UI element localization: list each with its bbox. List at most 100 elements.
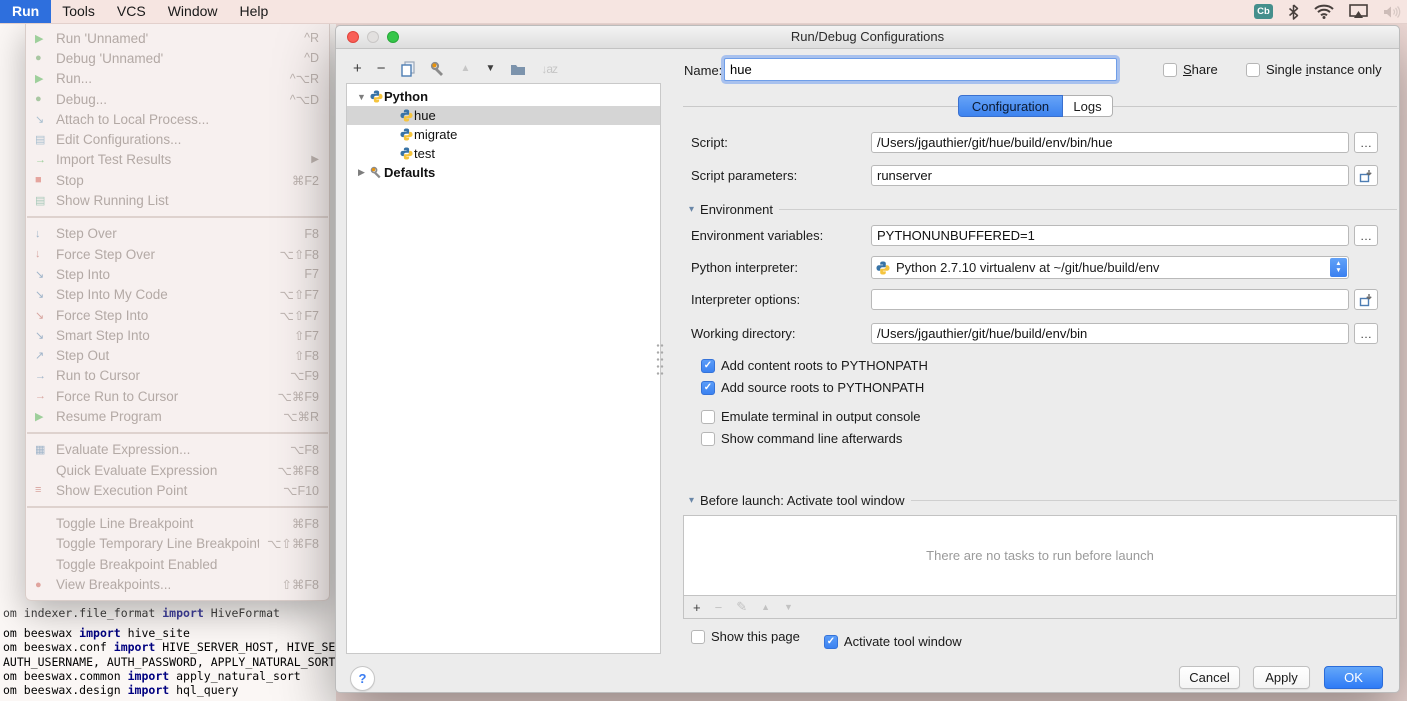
checkbox[interactable]: ✓ Activate tool window	[824, 634, 962, 649]
menu-item[interactable]: Toggle Breakpoint Enabled	[26, 554, 329, 574]
checkbox[interactable]: ✓ Show this page	[691, 629, 800, 644]
share-checkbox[interactable]: ✓ Share	[1163, 62, 1218, 77]
wifi-icon[interactable]	[1314, 4, 1334, 19]
menu-item[interactable]: ▶ Resume Program ⌥⌘R	[26, 406, 329, 426]
debug-bug-icon: ●	[35, 93, 56, 105]
menubar-item-run[interactable]: Run	[0, 0, 51, 23]
tree-item[interactable]: ▶ Defaults	[347, 163, 660, 182]
menu-item[interactable]: ↘ Step Into F7	[26, 264, 329, 284]
copy-configuration-icon[interactable]	[401, 61, 415, 77]
checkbox[interactable]: ✓ Add content roots to PYTHONPATH	[701, 358, 928, 373]
bottom-checkboxes: ✓ Show this page ✓ Activate tool window	[691, 629, 986, 649]
menubar-item-help[interactable]: Help	[229, 0, 280, 23]
menu-item-label: Edit Configurations...	[56, 132, 311, 147]
menubar-item-tools[interactable]: Tools	[51, 0, 106, 23]
script-input[interactable]	[871, 132, 1349, 153]
tree-item[interactable]: migrate	[347, 125, 660, 144]
tab-logs[interactable]: Logs	[1063, 95, 1113, 117]
menu-item[interactable]: Quick Evaluate Expression ⌥⌘F8	[26, 460, 329, 480]
remove-configuration-icon[interactable]: −	[377, 60, 386, 78]
script-parameters-input[interactable]	[871, 165, 1349, 186]
before-launch-task-list[interactable]: There are no tasks to run before launch	[683, 515, 1397, 596]
browse-environment-variables-button[interactable]: …	[1354, 225, 1378, 246]
add-configuration-icon[interactable]: +	[353, 60, 362, 78]
tree-item[interactable]: hue	[347, 106, 660, 125]
view-breakpoints-icon: ●	[35, 579, 56, 591]
cancel-button[interactable]: Cancel	[1179, 666, 1240, 689]
splitter-handle[interactable]	[656, 342, 664, 378]
expand-parameters-button[interactable]	[1354, 165, 1378, 186]
ok-button[interactable]: OK	[1324, 666, 1383, 689]
collapse-section-icon[interactable]: ▾	[689, 204, 694, 215]
bluetooth-icon[interactable]	[1288, 4, 1299, 20]
menu-item[interactable]: ↗ Step Out ⇧F8	[26, 345, 329, 365]
menubar-item-vcs[interactable]: VCS	[106, 0, 157, 23]
menu-item[interactable]: ● Debug 'Unnamed' ^D	[26, 48, 329, 68]
single-instance-checkbox[interactable]: ✓ Single instance only	[1246, 62, 1382, 77]
tree-item[interactable]: ▼ Python	[347, 87, 660, 106]
menu-item[interactable]: ▶ Run 'Unnamed' ^R	[26, 28, 329, 48]
menu-item[interactable]: ≡ Show Execution Point ⌥F10	[26, 480, 329, 500]
menu-item[interactable]: → Import Test Results ▶	[26, 150, 329, 170]
smart-step-into-icon: ↘	[35, 329, 56, 342]
browse-script-button[interactable]: …	[1354, 132, 1378, 153]
environment-variables-input[interactable]	[871, 225, 1349, 246]
collapse-section-icon[interactable]: ▾	[689, 495, 694, 506]
folder-icon[interactable]	[510, 63, 526, 76]
menu-item[interactable]: ▤ Edit Configurations...	[26, 129, 329, 149]
code-line: om beeswax.design import hql_query	[3, 683, 335, 697]
browse-working-directory-button[interactable]: …	[1354, 323, 1378, 344]
menubar-item-window[interactable]: Window	[157, 0, 229, 23]
menu-item[interactable]: ▤ Show Running List	[26, 190, 329, 210]
expand-options-button[interactable]	[1354, 289, 1378, 310]
add-task-icon[interactable]: +	[693, 600, 701, 615]
tree-item[interactable]: test	[347, 144, 660, 163]
edit-defaults-icon[interactable]	[430, 61, 446, 77]
menu-item[interactable]: ↘ Attach to Local Process...	[26, 109, 329, 129]
menu-item-shortcut: ⌥⌘R	[283, 409, 319, 424]
cb-badge-icon[interactable]: Cb	[1254, 4, 1273, 19]
tab-configuration[interactable]: Configuration	[958, 95, 1063, 117]
empty-tasks-message: There are no tasks to run before launch	[926, 548, 1154, 563]
python-icon	[398, 147, 414, 160]
menu-item[interactable]: → Force Run to Cursor ⌥⌘F9	[26, 386, 329, 406]
menu-item[interactable]: ↓ Step Over F8	[26, 224, 329, 244]
menu-item-shortcut: ⇧F8	[294, 348, 319, 363]
checkbox[interactable]: ✓ Add source roots to PYTHONPATH	[701, 380, 928, 395]
tree-expander-icon[interactable]: ▼	[355, 92, 368, 102]
menu-item[interactable]: Toggle Line Breakpoint ⌘F8	[26, 514, 329, 534]
menu-item[interactable]: ■ Stop ⌘F2	[26, 170, 329, 190]
menu-item[interactable]: ▦ Evaluate Expression... ⌥F8	[26, 440, 329, 460]
python-interpreter-select[interactable]: Python 2.7.10 virtualenv at ~/git/hue/bu…	[871, 256, 1349, 279]
menu-item-shortcut: F8	[304, 227, 319, 241]
checkbox[interactable]: ✓ Emulate terminal in output console	[701, 409, 928, 424]
menu-item[interactable]: ↘ Step Into My Code ⌥⇧F7	[26, 285, 329, 305]
before-launch-header[interactable]: ▾ Before launch: Activate tool window	[689, 493, 1397, 508]
help-button[interactable]: ?	[350, 666, 375, 691]
menu-item[interactable]: Toggle Temporary Line Breakpoint ⌥⇧⌘F8	[26, 534, 329, 554]
select-stepper-icon[interactable]: ▲▼	[1330, 258, 1347, 277]
checkbox[interactable]: ✓ Show command line afterwards	[701, 431, 928, 446]
menu-item-shortcut: ^⌥R	[290, 71, 319, 86]
menu-item[interactable]: ▶ Run... ^⌥R	[26, 69, 329, 89]
interpreter-options-input[interactable]	[871, 289, 1349, 310]
tree-expander-icon[interactable]: ▶	[355, 167, 368, 178]
configurations-tree[interactable]: ▼ Python hue migrate test ▶ Defaults	[346, 83, 661, 654]
dialog-titlebar[interactable]: Run/Debug Configurations	[336, 26, 1399, 49]
volume-icon[interactable]	[1383, 5, 1401, 19]
menu-item[interactable]: → Run to Cursor ⌥F9	[26, 366, 329, 386]
environment-section-header[interactable]: ▾ Environment	[689, 202, 1397, 217]
menu-item[interactable]: ● View Breakpoints... ⇧⌘F8	[26, 574, 329, 594]
menu-item[interactable]: ↘ Force Step Into ⌥⇧F7	[26, 305, 329, 325]
menu-item-shortcut: ⌥⇧F7	[280, 287, 319, 302]
apply-button[interactable]: Apply	[1253, 666, 1310, 689]
menu-item[interactable]: ↓ Force Step Over ⌥⇧F8	[26, 244, 329, 264]
move-down-icon[interactable]: ▼	[485, 60, 495, 78]
stop-icon: ■	[35, 174, 56, 186]
menu-item[interactable]: ↘ Smart Step Into ⇧F7	[26, 325, 329, 345]
single-instance-label: Single instance only	[1266, 62, 1382, 77]
name-input[interactable]	[724, 58, 1117, 81]
working-directory-input[interactable]	[871, 323, 1349, 344]
menu-item[interactable]: ● Debug... ^⌥D	[26, 89, 329, 109]
airplay-display-icon[interactable]	[1349, 4, 1368, 19]
